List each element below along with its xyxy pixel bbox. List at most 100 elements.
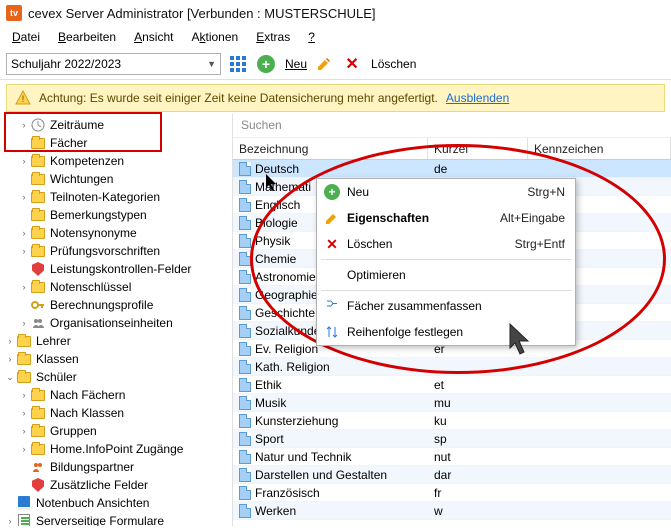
grid-view-button[interactable]	[227, 53, 249, 75]
tree-item[interactable]: ›Teilnoten-Kategorien	[0, 188, 232, 206]
tree-item[interactable]: ⌄Schüler	[0, 368, 232, 386]
table-row[interactable]: Musikmu	[233, 394, 671, 412]
ctx-label: Eigenschaften	[347, 211, 429, 225]
ctx-item[interactable]: Optimieren	[317, 262, 575, 288]
tree-item[interactable]: ›Gruppen	[0, 422, 232, 440]
edit-button[interactable]	[313, 53, 335, 75]
table-row[interactable]: Natur und Techniknut	[233, 448, 671, 466]
tree-twisty[interactable]: ›	[4, 516, 16, 526]
tree-twisty[interactable]: ›	[18, 120, 30, 130]
col-kennzeichen[interactable]: Kennzeichen	[528, 138, 671, 159]
ctx-item[interactable]: Eigenschaften Alt+Eingabe	[317, 205, 575, 231]
toolbar: Schuljahr 2022/2023 ▼ + Neu ✕ Löschen	[0, 48, 671, 80]
ctx-shortcut: Strg+Entf	[515, 237, 565, 251]
table-row[interactable]: Kunsterziehungku	[233, 412, 671, 430]
tree-item[interactable]: ›Serverseitige Formulare	[0, 512, 232, 526]
table-row[interactable]: Darstellen und Gestaltendar	[233, 466, 671, 484]
tree-item[interactable]: ›Bemerkungstypen	[0, 206, 232, 224]
people2-icon	[30, 459, 46, 475]
delete-button[interactable]: ✕	[341, 53, 363, 75]
folder-icon	[30, 405, 46, 421]
tree-twisty[interactable]: ›	[18, 282, 30, 292]
sidebar: ›Zeiträume›Fächer › Kompetenzen ›Wichtungen…	[0, 114, 232, 526]
table-row[interactable]: Ethiket	[233, 376, 671, 394]
schoolyear-combo[interactable]: Schuljahr 2022/2023 ▼	[6, 53, 221, 75]
file-icon	[239, 216, 251, 230]
tree-item[interactable]: › Nach Klassen	[0, 404, 232, 422]
ctx-item[interactable]: Fächer zusammenfassen	[317, 293, 575, 319]
tree-item[interactable]: ›Home.InfoPoint Zugänge	[0, 440, 232, 458]
tree-label: Zusätzliche Felder	[50, 478, 148, 492]
ctx-item[interactable]: ✕LöschenStrg+Entf	[317, 231, 575, 257]
tree-twisty[interactable]: ›	[18, 426, 30, 436]
tree-item[interactable]: ›Notenbuch Ansichten	[0, 494, 232, 512]
file-icon	[239, 432, 251, 446]
table-header: Bezeichnung Kürzel Kennzeichen	[233, 138, 671, 160]
tree-label: Kompetenzen	[50, 154, 124, 168]
tree-twisty[interactable]: ⌄	[4, 372, 16, 383]
tree-item[interactable]: ›Berechnungsprofile	[0, 296, 232, 314]
col-kuerzel[interactable]: Kürzel	[428, 138, 528, 159]
menu-ansicht[interactable]: Ansicht	[126, 28, 181, 46]
folder-icon	[30, 135, 46, 151]
cell-kuerzel: et	[428, 378, 528, 392]
menu-aktionen[interactable]: Aktionen	[183, 28, 246, 46]
x-icon: ✕	[323, 235, 341, 253]
menu-extras[interactable]: Extras	[248, 28, 298, 46]
tree-item[interactable]: ›Klassen	[0, 350, 232, 368]
menubar: Datei Bearbeiten Ansicht Aktionen Extras…	[0, 26, 671, 48]
tree-twisty[interactable]: ›	[18, 246, 30, 256]
table-row[interactable]: Sportsp	[233, 430, 671, 448]
warning-dismiss-link[interactable]: Ausblenden	[446, 91, 509, 105]
tree-twisty[interactable]: ›	[18, 318, 30, 328]
ctx-shortcut: Alt+Eingabe	[500, 211, 565, 225]
tree-twisty[interactable]: ›	[18, 390, 30, 400]
tree-item[interactable]: ›Notenschlüssel	[0, 278, 232, 296]
new-button[interactable]: +	[255, 53, 277, 75]
menu-help[interactable]: ?	[300, 28, 323, 46]
table-row[interactable]: Werkenw	[233, 502, 671, 520]
tree-twisty[interactable]: ›	[4, 336, 16, 346]
tree-item[interactable]: ›Organisationseinheiten	[0, 314, 232, 332]
merge-icon	[323, 297, 341, 315]
tree-item[interactable]: ›Wichtungen	[0, 170, 232, 188]
tree-label: Prüfungsvorschriften	[50, 244, 160, 258]
tree-twisty[interactable]: ›	[18, 192, 30, 202]
tree-twisty[interactable]: ›	[18, 408, 30, 418]
search-input[interactable]: Suchen	[233, 114, 671, 138]
folder-icon	[30, 207, 46, 223]
tree-item[interactable]: ›Lehrer	[0, 332, 232, 350]
tree-label: Nach Klassen	[50, 406, 124, 420]
ctx-separator	[321, 259, 571, 260]
tree-twisty[interactable]: ›	[18, 156, 30, 166]
tree-twisty[interactable]: ›	[18, 228, 30, 238]
tree-label: Leistungskontrollen-Felder	[50, 262, 191, 276]
table-row[interactable]: Kath. Religion	[233, 358, 671, 376]
tree-item[interactable]: ›Nach Fächern	[0, 386, 232, 404]
file-icon	[239, 360, 251, 374]
menu-bearbeiten[interactable]: Bearbeiten	[50, 28, 124, 46]
shield-icon	[30, 477, 46, 493]
tree-item[interactable]: ›Fächer	[0, 134, 232, 152]
tree-twisty[interactable]: ›	[18, 444, 30, 454]
table-row[interactable]: Französischfr	[233, 484, 671, 502]
tree-item[interactable]: › Prüfungsvorschriften	[0, 242, 232, 260]
col-bezeichnung[interactable]: Bezeichnung	[233, 138, 428, 159]
tree-item[interactable]: ›Bildungspartner	[0, 458, 232, 476]
cell-kuerzel: mu	[428, 396, 528, 410]
tree-label: Notenbuch Ansichten	[36, 496, 149, 510]
table-row[interactable]: Deutschde	[233, 160, 671, 178]
menu-datei[interactable]: Datei	[4, 28, 48, 46]
tree-item[interactable]: ›Leistungskontrollen-Felder	[0, 260, 232, 278]
tree-item[interactable]: ›Zeiträume	[0, 116, 232, 134]
tree-item[interactable]: ›Zusätzliche Felder	[0, 476, 232, 494]
file-icon	[239, 450, 251, 464]
file-icon	[239, 162, 251, 176]
ctx-item[interactable]: +NeuStrg+N	[317, 179, 575, 205]
tree-item[interactable]: › Kompetenzen	[0, 152, 232, 170]
file-icon	[239, 288, 251, 302]
cell-kuerzel: dar	[428, 468, 528, 482]
tree-twisty[interactable]: ›	[4, 354, 16, 364]
ctx-item[interactable]: Reihenfolge festlegen	[317, 319, 575, 345]
tree-item[interactable]: ›Notensynonyme	[0, 224, 232, 242]
